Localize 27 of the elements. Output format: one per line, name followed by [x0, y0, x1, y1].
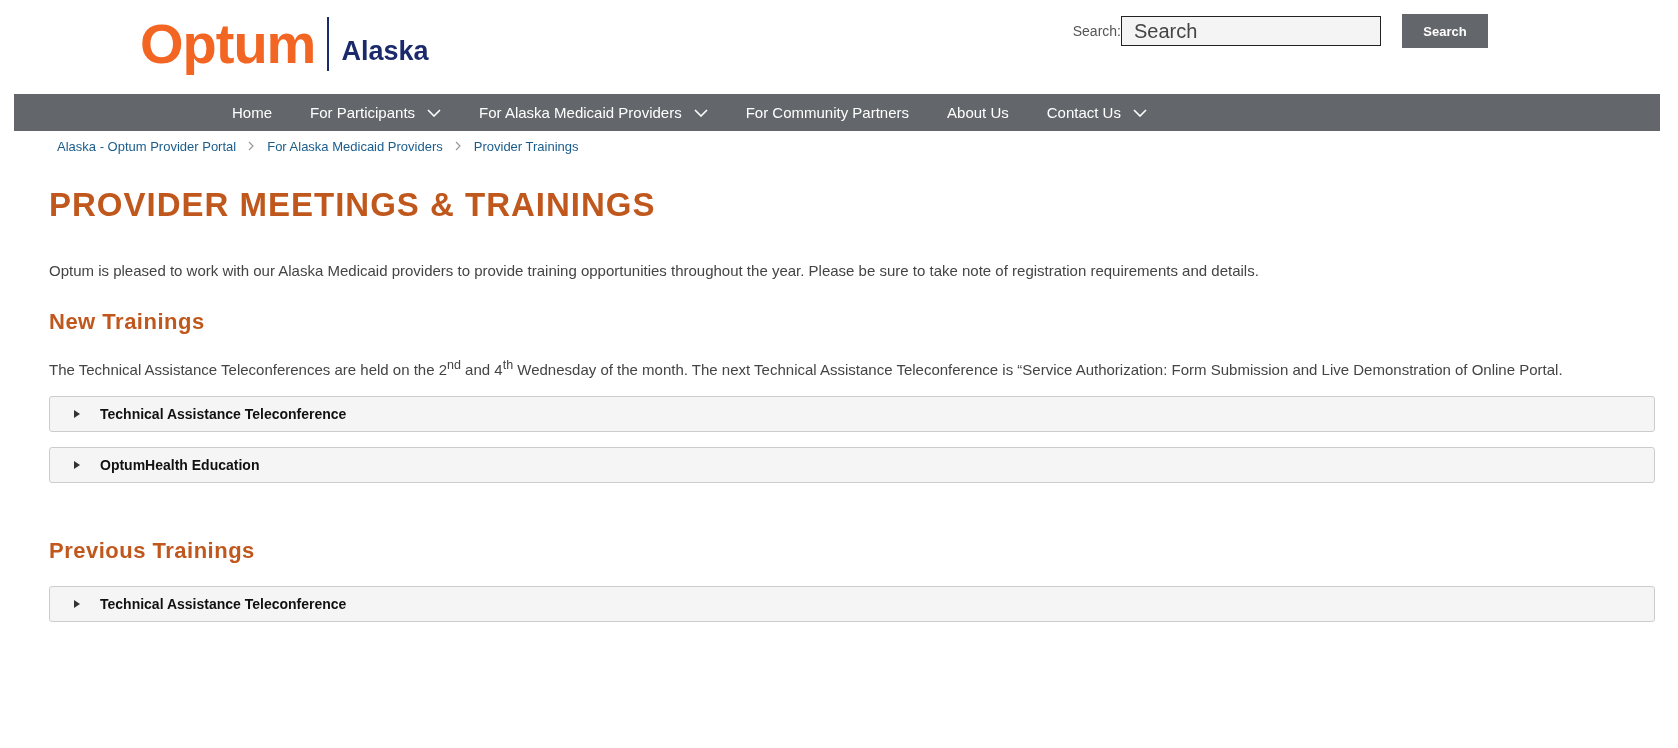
caret-icon [74, 600, 80, 608]
search-field[interactable]: Search [1121, 16, 1381, 46]
optum-logo[interactable]: Optum [140, 14, 316, 74]
breadcrumb-separator-icon [248, 141, 256, 151]
breadcrumb-link[interactable]: For Alaska Medicaid Providers [267, 138, 443, 154]
nav-link[interactable]: For Participants [310, 104, 442, 121]
breadcrumb-link[interactable]: Alaska - Optum Provider Portal [57, 138, 237, 154]
search-label: Search: [1072, 23, 1121, 39]
nav-link[interactable]: About Us [947, 104, 1009, 121]
accordion-header[interactable]: Technical Assistance Teleconference [49, 396, 1655, 432]
caret-icon [74, 461, 80, 469]
search-button[interactable]: Search [1402, 14, 1488, 48]
nav-link[interactable]: Home [232, 104, 272, 121]
intro-paragraph: Optum is pleased to work with our Alaska Medicaid providers to provide training opportunities throughout the year. Please be sure to take note of registration requirements and details. [49, 261, 1260, 281]
breadcrumb-separator-icon [454, 141, 462, 151]
nav-link[interactable]: For Community Partners [745, 104, 910, 121]
caret-icon [74, 410, 80, 418]
accordion-header[interactable]: Technical Assistance Teleconference [49, 586, 1655, 622]
section-heading: New Trainings [49, 309, 206, 335]
page-title: PROVIDER MEETINGS & TRAININGS [49, 185, 657, 225]
accordion-header[interactable]: OptumHealth Education [49, 447, 1655, 483]
section-paragraph: The Technical Assistance Teleconferences are held on the 2$^{nd}$ and 4$^{th}$ Wednesday of the month. The next Technical Assistance Teleconference is “Service Authorization: Form Submission and Live Demonstration of Online Portal. [49, 357, 1564, 380]
section-heading: Previous Trainings [49, 538, 256, 564]
region-name: Alaska [341, 35, 429, 67]
breadcrumb-link[interactable]: Provider Trainings [473, 138, 579, 154]
nav-link[interactable]: For Alaska Medicaid Providers [479, 104, 708, 121]
nav-link[interactable]: Contact Us [1046, 104, 1147, 121]
